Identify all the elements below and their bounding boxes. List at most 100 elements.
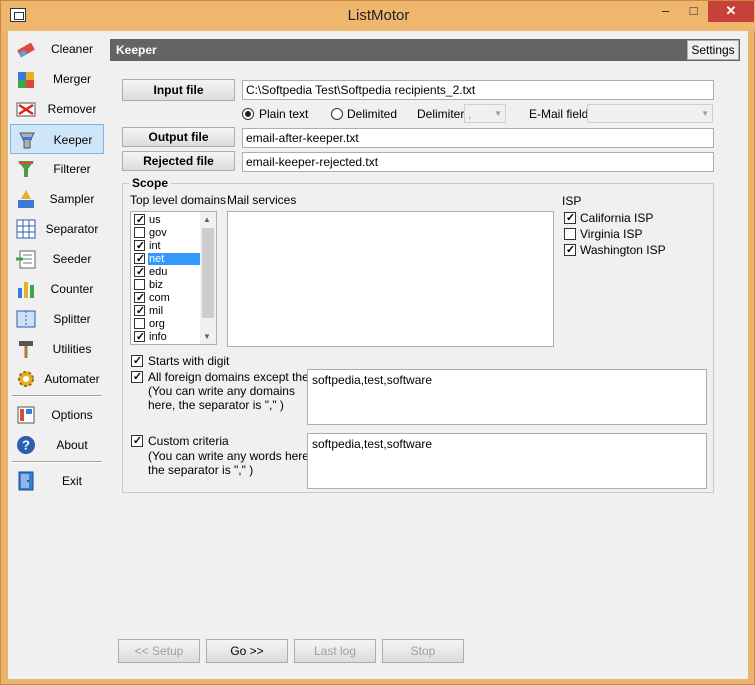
list-item[interactable]: edu — [133, 266, 201, 279]
sidebar-item-keeper[interactable]: Keeper — [10, 124, 104, 154]
custom-criteria-label: Custom criteria — [148, 434, 229, 448]
list-item[interactable]: mil — [133, 305, 201, 318]
close-button[interactable]: ✕ — [708, 1, 754, 22]
settings-button[interactable]: Settings — [687, 40, 739, 60]
sidebar-item-remover[interactable]: Remover — [10, 94, 104, 124]
tld-checkbox[interactable] — [134, 240, 146, 251]
sidebar-item-label: Filterer — [53, 162, 91, 176]
list-item[interactable]: int — [133, 240, 201, 253]
list-item[interactable]: com — [133, 292, 201, 305]
tld-checkbox[interactable] — [134, 305, 146, 316]
tld-checkbox[interactable] — [134, 318, 145, 329]
minimize-button[interactable]: – — [652, 1, 679, 22]
tld-checkbox[interactable] — [134, 279, 145, 290]
sidebar-item-separator[interactable]: Separator — [10, 214, 104, 244]
foreign-domains-checkbox[interactable] — [131, 371, 143, 383]
tld-checkbox[interactable] — [134, 227, 145, 238]
custom-criteria-checkbox[interactable] — [131, 435, 143, 447]
isp-checkbox-virginia[interactable] — [564, 228, 576, 240]
sidebar-item-utilities[interactable]: Utilities — [10, 334, 104, 364]
custom-criteria-hint: (You can write any words here, — [148, 449, 313, 463]
custom-criteria-textarea[interactable]: softpedia,test,software — [307, 433, 707, 489]
mail-services-list[interactable] — [227, 211, 554, 347]
list-item[interactable]: us — [133, 214, 201, 227]
isp-checkbox-california[interactable] — [564, 212, 576, 224]
chevron-down-icon[interactable]: ▼ — [203, 332, 211, 341]
tld-checkbox[interactable] — [134, 253, 146, 264]
go-button[interactable]: Go >> — [206, 639, 288, 663]
sidebar-item-splitter[interactable]: Splitter — [10, 304, 104, 334]
sidebar-item-about[interactable]: ? About — [10, 430, 104, 460]
rejected-file-button[interactable]: Rejected file — [122, 151, 235, 171]
delimiter-select[interactable]: , ▼ — [464, 104, 506, 123]
sidebar-item-automater[interactable]: Automater — [10, 364, 104, 394]
email-field-select[interactable]: ▼ — [587, 104, 713, 123]
scope-title: Scope — [129, 176, 172, 190]
tld-scrollbar[interactable]: ▲ ▼ — [200, 212, 216, 344]
sidebar-item-label: Cleaner — [50, 42, 94, 56]
input-file-button[interactable]: Input file — [122, 79, 235, 101]
options-icon — [17, 406, 35, 424]
last-log-button[interactable]: Last log — [294, 639, 376, 663]
rejected-file-field[interactable]: email-keeper-rejected.txt — [242, 152, 714, 172]
sidebar-item-label: Sampler — [49, 192, 95, 206]
sidebar-item-label: Options — [51, 408, 93, 422]
sidebar-item-label: Splitter — [53, 312, 91, 326]
delimited-radio[interactable] — [331, 108, 343, 120]
sidebar-divider — [12, 461, 102, 463]
sidebar-item-counter[interactable]: Counter — [10, 274, 104, 304]
tld-checkbox[interactable] — [134, 331, 146, 342]
output-file-button[interactable]: Output file — [122, 127, 235, 147]
sidebar-item-label: Keeper — [53, 133, 93, 147]
hammer-icon — [19, 341, 33, 358]
sidebar-item-sampler[interactable]: Sampler — [10, 184, 104, 214]
funnel-icon — [18, 161, 34, 177]
starts-with-digit-label: Starts with digit — [148, 354, 230, 368]
tld-list[interactable]: us gov int net edu biz com mil org info … — [130, 211, 217, 345]
isp-washington-label: Washington ISP — [580, 243, 666, 257]
list-item[interactable]: org — [133, 318, 201, 331]
stop-button[interactable]: Stop — [382, 639, 464, 663]
maximize-button[interactable]: □ — [680, 1, 707, 22]
title-bar[interactable]: ListMotor – □ ✕ — [1, 1, 755, 31]
sidebar-item-exit[interactable]: Exit — [10, 466, 104, 496]
isp-checkbox-washington[interactable] — [564, 244, 576, 256]
svg-text:?: ? — [22, 438, 30, 453]
grid-icon — [16, 219, 36, 239]
custom-criteria-hint: the separator is "," ) — [148, 463, 254, 477]
tld-name: org — [149, 318, 165, 330]
list-item[interactable]: info — [133, 331, 201, 344]
input-file-field[interactable]: C:\Softpedia Test\Softpedia recipients_2… — [242, 80, 714, 100]
list-item[interactable]: biz — [133, 279, 201, 292]
scroll-thumb[interactable] — [202, 228, 214, 318]
chevron-down-icon: ▼ — [494, 109, 502, 118]
isp-california-label: California ISP — [580, 211, 654, 225]
sidebar-item-label: Automater — [44, 372, 100, 386]
tld-name: mil — [149, 305, 164, 317]
sidebar-item-options[interactable]: Options — [10, 400, 104, 430]
gears-icon — [18, 371, 34, 387]
sidebar-item-merger[interactable]: Merger — [10, 64, 104, 94]
puzzle-icon — [18, 72, 34, 88]
output-file-field[interactable]: email-after-keeper.txt — [242, 128, 714, 148]
sidebar-item-filterer[interactable]: Filterer — [10, 154, 104, 184]
plain-text-radio[interactable] — [242, 108, 254, 120]
tld-checkbox[interactable] — [134, 266, 146, 277]
list-item[interactable]: net — [133, 253, 201, 266]
chevron-down-icon: ▼ — [701, 109, 709, 118]
panel-title: Keeper — [116, 43, 157, 57]
eraser-icon — [17, 42, 35, 58]
sidebar-item-seeder[interactable]: Seeder — [10, 244, 104, 274]
chevron-up-icon[interactable]: ▲ — [203, 215, 211, 224]
foreign-domains-textarea[interactable]: softpedia,test,software — [307, 369, 707, 425]
starts-with-digit-checkbox[interactable] — [131, 355, 143, 367]
setup-button[interactable]: << Setup — [118, 639, 200, 663]
tld-checkbox[interactable] — [134, 214, 146, 225]
tld-name: us — [149, 214, 161, 226]
list-item[interactable]: gov — [133, 227, 201, 240]
splitter-icon — [16, 310, 36, 328]
tld-checkbox[interactable] — [134, 292, 146, 303]
tld-name: gov — [149, 227, 167, 239]
sidebar-item-cleaner[interactable]: Cleaner — [10, 34, 104, 64]
client-area: Cleaner Merger Remover Keeper Filterer S… — [8, 31, 748, 679]
